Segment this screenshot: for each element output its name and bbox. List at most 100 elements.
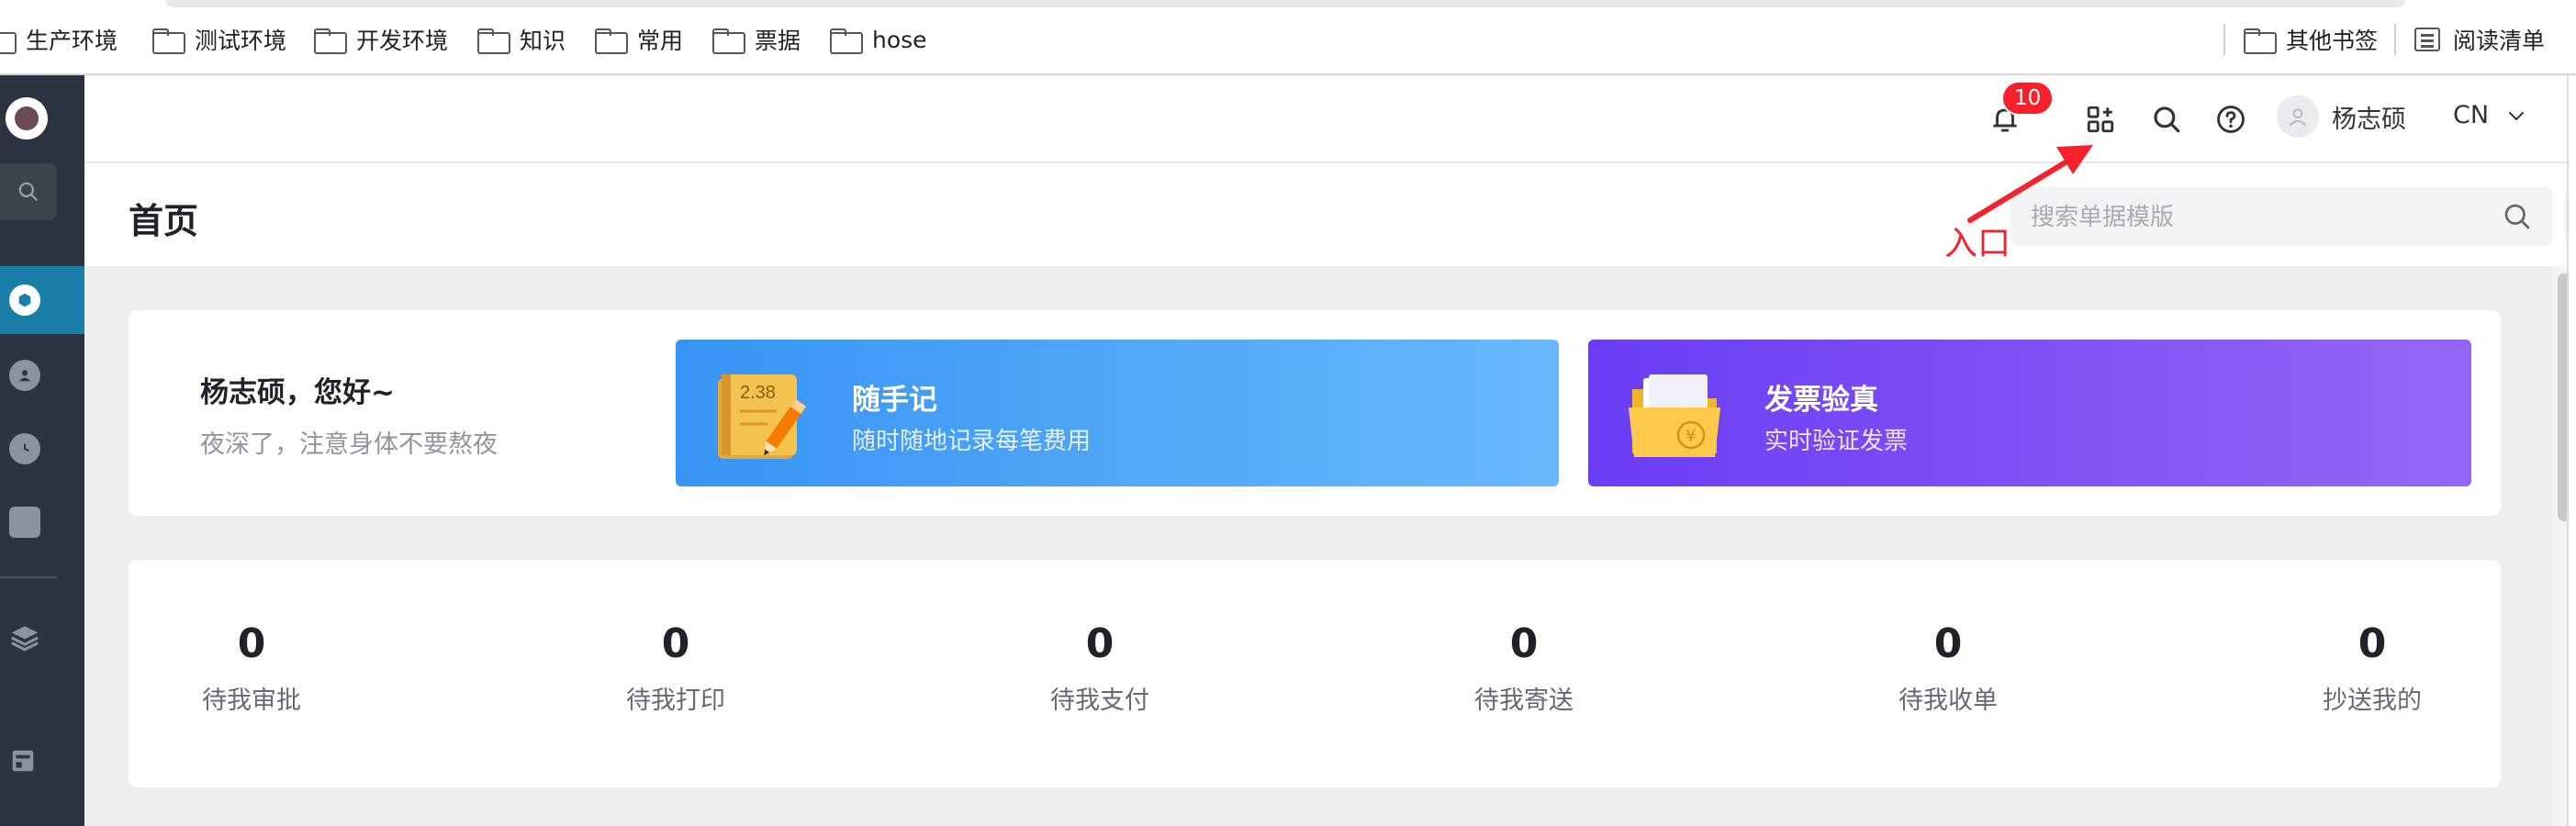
quick-note-title: 随手记	[852, 384, 937, 417]
folder-icon	[712, 28, 745, 54]
stat-label: 待我支付	[1050, 686, 1149, 715]
notification-badge: 10	[2001, 81, 2055, 116]
bookmarks-bar: 生产环境 测试环境 开发环境 知识 常用 票据 hose 其他书签 阅读清单	[0, 0, 2576, 75]
folder-icon	[0, 28, 17, 54]
template-search-input[interactable]	[2010, 187, 2451, 246]
user-icon	[9, 360, 40, 391]
clock-icon	[9, 433, 40, 464]
left-sidebar	[0, 75, 84, 826]
user-icon	[2289, 108, 2307, 127]
sidebar-item-layers[interactable]	[0, 604, 84, 672]
app-avatar[interactable]	[6, 97, 48, 140]
bookmark-separator	[2394, 24, 2396, 55]
address-bar-edge	[165, 0, 2405, 7]
folder-icon	[314, 28, 347, 54]
reading-list-icon	[2414, 28, 2440, 51]
notebook-icon: 2.38	[718, 374, 807, 459]
bookmark-folder-knowledge[interactable]: 知识	[477, 24, 566, 55]
folder-icon: ¥	[1629, 374, 1720, 457]
stat-pending-payment[interactable]: 0 待我支付	[1008, 620, 1192, 716]
bookmark-label: 常用	[637, 28, 684, 54]
quick-note-subtitle: 随时随地记录每笔费用	[852, 428, 1092, 455]
stat-value: 0	[2358, 620, 2387, 667]
reading-list-label: 阅读清单	[2453, 28, 2546, 54]
bookmark-folder-other[interactable]: 其他书签	[2244, 24, 2378, 55]
sidebar-item-reports[interactable]	[0, 727, 84, 795]
sidebar-item-profile[interactable]	[0, 341, 84, 409]
invoice-verify-subtitle: 实时验证发票	[1764, 428, 1909, 455]
stat-pending-receipt[interactable]: 0 待我收单	[1856, 620, 2040, 716]
top-header: 10 杨志硕 CN	[84, 75, 2576, 163]
search-icon	[18, 182, 38, 201]
folder-icon	[2244, 28, 2277, 54]
bookmark-folder-bills[interactable]: 票据	[712, 24, 801, 55]
greeting-subtitle: 夜深了，注意身体不要熬夜	[200, 430, 498, 459]
template-search[interactable]	[2010, 187, 2552, 246]
todo-stats-card: 0 待我审批 0 待我打印 0 待我支付 0 待我寄送 0 待我收单 0 抄送我…	[129, 560, 2501, 787]
sidebar-item-home[interactable]	[0, 266, 84, 334]
stat-label: 抄送我的	[2323, 686, 2422, 715]
page-title-row: 首页	[84, 165, 2576, 266]
app-grid-button[interactable]	[2082, 101, 2119, 138]
stat-pending-print[interactable]: 0 待我打印	[584, 620, 767, 716]
stat-value: 0	[1509, 620, 1539, 667]
global-search-button[interactable]	[2148, 101, 2185, 138]
chevron-down-icon	[2509, 111, 2525, 120]
language-label: CN	[2453, 101, 2490, 129]
bookmark-label: 票据	[755, 28, 801, 54]
bookmark-folder-dev[interactable]: 开发环境	[314, 24, 448, 55]
window-edge	[2567, 75, 2576, 826]
help-icon	[2217, 106, 2245, 133]
apps-add-icon	[2087, 106, 2114, 133]
user-menu[interactable]: 杨志硕	[2277, 95, 2406, 138]
greeting-title: 杨志硕，您好~	[200, 376, 395, 409]
search-icon[interactable]	[2501, 200, 2534, 233]
folder-icon	[595, 28, 628, 54]
bookmark-label: 知识	[520, 28, 566, 54]
svg-text:2.38: 2.38	[740, 383, 776, 403]
invoice-verify-title: 发票验真	[1764, 384, 1878, 417]
stat-label: 待我审批	[202, 686, 301, 715]
bookmark-folder-common[interactable]: 常用	[595, 24, 683, 55]
language-switcher[interactable]: CN	[2453, 101, 2527, 129]
bookmark-label: 其他书签	[2286, 28, 2379, 54]
help-button[interactable]	[2212, 101, 2249, 138]
bookmark-label: hose	[872, 26, 927, 53]
stat-pending-mail[interactable]: 0 待我寄送	[1432, 620, 1616, 716]
main-content: 杨志硕，您好~ 夜深了，注意身体不要熬夜 2.38 随手记 随时随地记录每笔费用	[84, 266, 2554, 826]
stat-value: 0	[237, 620, 266, 667]
stat-value: 0	[661, 620, 690, 667]
cube-icon	[9, 507, 40, 538]
welcome-card: 杨志硕，您好~ 夜深了，注意身体不要熬夜 2.38 随手记 随时随地记录每笔费用	[129, 310, 2501, 516]
folder-icon	[477, 28, 510, 54]
stat-value: 0	[1933, 620, 1963, 667]
quick-note-card[interactable]: 2.38 随手记 随时随地记录每笔费用	[676, 340, 1559, 486]
sidebar-item-apps[interactable]	[0, 488, 84, 556]
bookmark-folder-test[interactable]: 测试环境	[152, 24, 286, 55]
stat-label: 待我打印	[626, 686, 725, 715]
sidebar-search-button[interactable]	[0, 163, 57, 220]
search-icon	[2154, 106, 2180, 133]
stat-label: 待我收单	[1898, 686, 1998, 715]
bookmark-label: 开发环境	[356, 28, 449, 54]
sidebar-divider	[0, 576, 57, 578]
folder-icon	[830, 28, 863, 54]
page-title: 首页	[129, 201, 199, 241]
bookmark-label: 生产环境	[26, 28, 118, 54]
reading-list-button[interactable]: 阅读清单	[2414, 24, 2545, 55]
avatar	[2277, 95, 2319, 138]
bookmark-folder-prod[interactable]: 生产环境	[0, 24, 118, 55]
folder-icon	[152, 28, 185, 54]
user-name: 杨志硕	[2332, 105, 2406, 134]
sidebar-item-history[interactable]	[0, 415, 84, 483]
stat-pending-approval[interactable]: 0 待我审批	[160, 620, 343, 716]
layers-icon	[11, 626, 39, 652]
bookmark-folder-hose[interactable]: hose	[830, 24, 927, 55]
invoice-verify-card[interactable]: ¥ 发票验真 实时验证发票	[1588, 340, 2471, 486]
bookmark-separator	[2223, 24, 2225, 55]
home-icon	[9, 285, 40, 316]
annotation-label: 入口	[1944, 225, 2011, 262]
svg-text:¥: ¥	[1686, 427, 1696, 446]
stat-cc-to-me[interactable]: 0 抄送我的	[2280, 620, 2464, 716]
stat-value: 0	[1085, 620, 1114, 667]
